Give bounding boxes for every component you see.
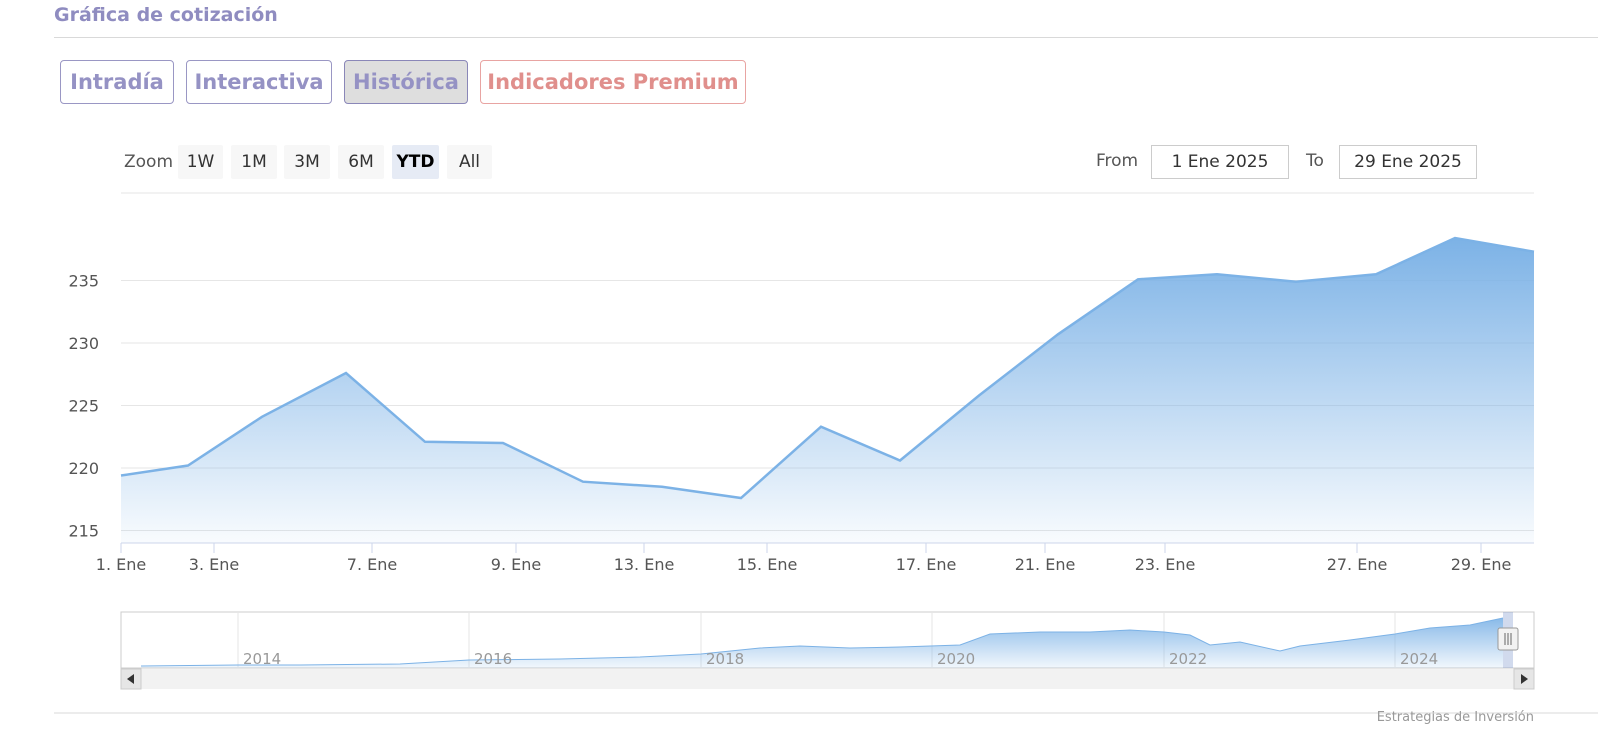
y-tick-label: 215	[68, 522, 99, 541]
x-tick-label: 21. Ene	[1015, 555, 1076, 574]
data-point[interactable]	[1453, 236, 1457, 240]
data-point[interactable]	[1136, 277, 1140, 281]
x-tick-label: 13. Ene	[614, 555, 675, 574]
data-point[interactable]	[186, 464, 190, 468]
data-point[interactable]	[1215, 272, 1219, 276]
data-point[interactable]	[1294, 280, 1298, 284]
x-tick-label: 15. Ene	[737, 555, 798, 574]
y-tick-label: 225	[68, 397, 99, 416]
data-point[interactable]	[977, 394, 981, 398]
x-tick-label: 9. Ene	[491, 555, 541, 574]
y-tick-label: 235	[68, 272, 99, 291]
scrollbar-track[interactable]	[121, 669, 1534, 689]
x-tick-label: 17. Ene	[896, 555, 957, 574]
price-chart[interactable]: 215 220 225 230 235 1. Ene 3. Ene 7. Ene 9. Ene 1…	[0, 0, 1611, 735]
data-point[interactable]	[501, 441, 505, 445]
x-tick-label: 3. Ene	[189, 555, 239, 574]
navigator-year-label: 2024	[1400, 650, 1438, 668]
data-point[interactable]	[660, 485, 664, 489]
y-tick-label: 220	[68, 459, 99, 478]
data-point[interactable]	[260, 415, 264, 419]
data-point[interactable]	[581, 480, 585, 484]
chart-credits[interactable]: Estrategias de Inversión	[1377, 710, 1534, 725]
navigator-year-label: 2020	[937, 650, 975, 668]
x-tick-label: 7. Ene	[347, 555, 397, 574]
data-point[interactable]	[1374, 272, 1378, 276]
data-point[interactable]	[819, 425, 823, 429]
navigator-year-label: 2022	[1169, 650, 1207, 668]
navigator-year-label: 2014	[243, 650, 281, 668]
navigator-year-label: 2018	[706, 650, 744, 668]
data-point[interactable]	[898, 459, 902, 463]
data-point[interactable]	[344, 371, 348, 375]
x-tick-label: 23. Ene	[1135, 555, 1196, 574]
data-point[interactable]	[1532, 250, 1536, 254]
area-fill	[121, 238, 1534, 543]
data-point[interactable]	[739, 496, 743, 500]
x-tick-label: 29. Ene	[1451, 555, 1512, 574]
data-point[interactable]	[423, 440, 427, 444]
data-point[interactable]	[1056, 332, 1060, 336]
data-point[interactable]	[119, 474, 123, 478]
y-tick-label: 230	[68, 334, 99, 353]
navigator-year-label: 2016	[474, 650, 512, 668]
x-tick-label: 27. Ene	[1327, 555, 1388, 574]
x-tick-label: 1. Ene	[96, 555, 146, 574]
